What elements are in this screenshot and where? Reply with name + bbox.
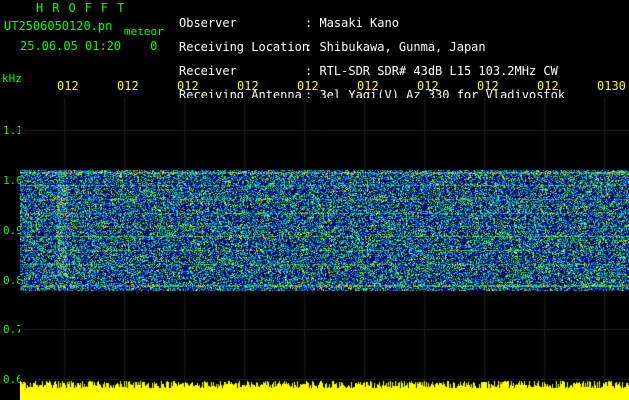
y-axis-unit: kHz [2,72,22,85]
x-tick-label: 012 [357,79,379,93]
brand-title: HROFFT [36,1,134,15]
x-tick-label: 012 [537,79,559,93]
x-tick-label: 0130 [597,79,626,93]
spectrogram-canvas [20,98,629,400]
info-value-location: : Shibukawa, Gunma, Japan [305,40,486,54]
x-tick-label: 012 [237,79,259,93]
meteor-label: meteor [124,25,164,38]
datetime-value: 25.06.05 01:20 [20,39,122,53]
datetime-row: 25.06.05 01:20 0 [20,40,157,52]
info-label-location: Receiving Location [179,40,310,54]
info-labels: Observer Receiving Location Receiver Rec… [179,5,309,113]
info-label-receiver: Receiver [179,64,237,78]
info-value-observer: : Masaki Kano [305,16,399,30]
x-tick-label: 012 [177,79,199,93]
x-tick-label: 012 [57,79,79,93]
info-value-receiver: : RTL-SDR SDR# 43dB L15 103.2MHz CW [305,64,558,78]
spectrogram-plot [20,98,629,400]
x-tick-label: 012 [477,79,499,93]
x-tick-label: 012 [297,79,319,93]
info-label-observer: Observer [179,16,237,30]
info-values: : Masaki Kano : Shibukawa, Gunma, Japan … [305,5,565,113]
x-tick-label: 012 [417,79,439,93]
file-name: UT2506050120.pn [4,19,113,33]
x-tick-label: 012 [117,79,139,93]
datetime-suffix: 0 [150,39,158,53]
